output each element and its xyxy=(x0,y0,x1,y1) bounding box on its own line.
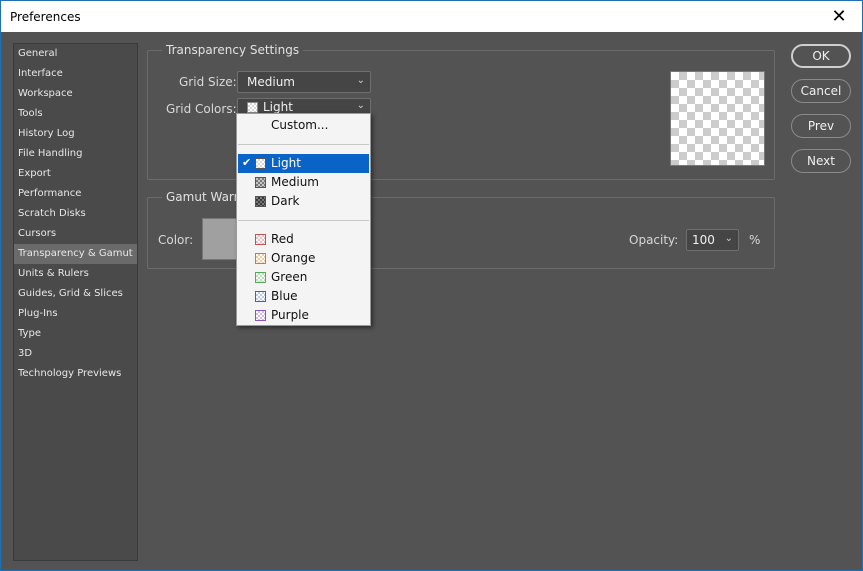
transparency-settings-legend: Transparency Settings xyxy=(162,43,304,57)
color-label: Color: xyxy=(158,233,194,247)
dropdown-item-orange[interactable]: Orange xyxy=(238,249,369,268)
dropdown-separator xyxy=(238,220,369,221)
sidebar-item-history-log[interactable]: History Log xyxy=(14,124,137,144)
sidebar-item-general[interactable]: General xyxy=(14,44,137,64)
grid-colors-label: Grid Colors: xyxy=(166,102,237,116)
blue-checker-icon xyxy=(255,291,266,302)
dropdown-item-medium[interactable]: Medium xyxy=(238,173,369,192)
dark-checker-icon xyxy=(255,196,266,207)
sidebar-item-performance[interactable]: Performance xyxy=(14,184,137,204)
orange-checker-icon xyxy=(255,253,266,264)
dropdown-item-light[interactable]: ✔ Light xyxy=(238,154,369,173)
opacity-value: 100 xyxy=(692,233,715,247)
red-checker-icon xyxy=(255,234,266,245)
sidebar-item-technology-previews[interactable]: Technology Previews xyxy=(14,364,137,384)
medium-checker-icon xyxy=(255,177,266,188)
sidebar-item-scratch-disks[interactable]: Scratch Disks xyxy=(14,204,137,224)
opacity-label: Opacity: xyxy=(629,233,679,247)
dropdown-item-blue[interactable]: Blue xyxy=(238,287,369,306)
chevron-down-icon: ⌄ xyxy=(356,100,365,111)
sidebar-item-file-handling[interactable]: File Handling xyxy=(14,144,137,164)
opacity-unit: % xyxy=(749,233,761,247)
grid-colors-value: Light xyxy=(263,100,293,114)
dropdown-separator xyxy=(238,144,369,145)
next-button[interactable]: Next xyxy=(791,149,851,173)
dropdown-item-purple[interactable]: Purple xyxy=(238,306,369,325)
title-bar: Preferences ✕ xyxy=(1,1,862,32)
light-checker-icon xyxy=(255,158,266,169)
preferences-sidebar: General Interface Workspace Tools History Lo… xyxy=(13,43,138,561)
chevron-down-icon: ⌄ xyxy=(356,75,365,86)
opacity-field[interactable]: 100 ⌄ xyxy=(686,229,739,251)
checkmark-icon: ✔ xyxy=(242,156,252,169)
green-checker-icon xyxy=(255,272,266,283)
dropdown-item-custom[interactable]: Custom... xyxy=(238,116,369,135)
cancel-button[interactable]: Cancel xyxy=(791,79,851,103)
sidebar-item-transparency-gamut[interactable]: Transparency & Gamut xyxy=(14,244,137,264)
gamut-warning-legend: Gamut Warn xyxy=(162,190,246,204)
sidebar-item-guides-grid-slices[interactable]: Guides, Grid & Slices xyxy=(14,284,137,304)
sidebar-item-units-rulers[interactable]: Units & Rulers xyxy=(14,264,137,284)
close-icon[interactable]: ✕ xyxy=(816,1,862,32)
window-title: Preferences xyxy=(10,10,81,24)
sidebar-item-interface[interactable]: Interface xyxy=(14,64,137,84)
sidebar-item-export[interactable]: Export xyxy=(14,164,137,184)
grid-size-label: Grid Size: xyxy=(179,75,237,89)
light-checker-icon xyxy=(247,102,258,113)
sidebar-item-tools[interactable]: Tools xyxy=(14,104,137,124)
dropdown-item-green[interactable]: Green xyxy=(238,268,369,287)
dropdown-item-dark[interactable]: Dark xyxy=(238,192,369,211)
preferences-dialog: Preferences ✕ General Interface Workspace T… xyxy=(0,0,863,571)
ok-button[interactable]: OK xyxy=(791,44,851,68)
sidebar-item-type[interactable]: Type xyxy=(14,324,137,344)
sidebar-item-workspace[interactable]: Workspace xyxy=(14,84,137,104)
chevron-down-icon[interactable]: ⌄ xyxy=(725,233,733,244)
prev-button[interactable]: Prev xyxy=(791,114,851,138)
sidebar-item-cursors[interactable]: Cursors xyxy=(14,224,137,244)
dropdown-item-red[interactable]: Red xyxy=(238,230,369,249)
grid-size-value: Medium xyxy=(247,75,295,89)
gamut-color-swatch[interactable] xyxy=(202,218,238,260)
transparency-preview xyxy=(670,71,765,166)
grid-colors-dropdown: Custom... ✔ Light Medium Dark Red Orange… xyxy=(236,113,371,326)
sidebar-item-plug-ins[interactable]: Plug-Ins xyxy=(14,304,137,324)
sidebar-item-3d[interactable]: 3D xyxy=(14,344,137,364)
purple-checker-icon xyxy=(255,310,266,321)
grid-size-select[interactable]: Medium ⌄ xyxy=(237,71,371,93)
